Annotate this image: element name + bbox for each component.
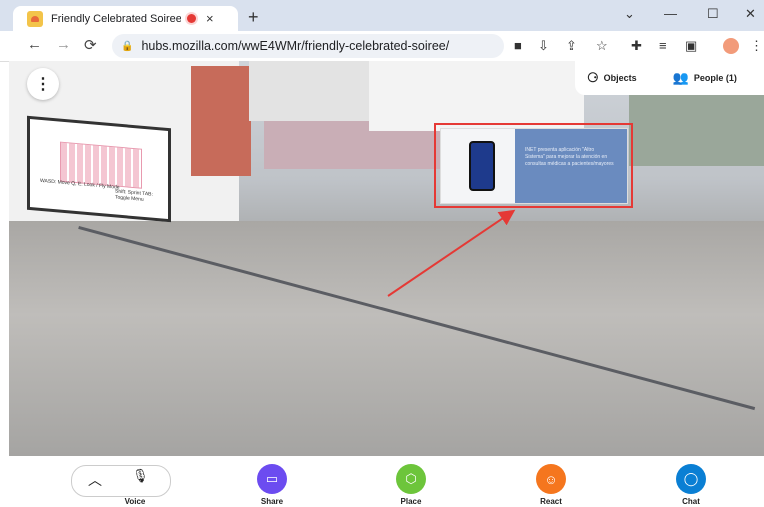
chevron-up-icon[interactable]: ︿ [88, 470, 102, 490]
place-label: Place [400, 497, 422, 506]
chat-button[interactable]: ◯ [676, 464, 706, 494]
chat-bubble-icon: ◯ [683, 471, 699, 486]
react-button[interactable]: ☺ [536, 464, 566, 494]
cube-icon: ⬡ [405, 471, 417, 486]
browser-window: Friendly Celebrated Soiree | × + ⌄ — ☐ ✕… [0, 0, 764, 507]
voice-control[interactable] [71, 465, 171, 497]
share-button[interactable]: ▭ [257, 464, 287, 494]
share-label: Share [260, 497, 284, 506]
react-label: React [540, 497, 562, 506]
annotation-arrow [387, 209, 516, 297]
chat-label: Chat [682, 497, 700, 506]
voice-label: Voice [124, 497, 146, 506]
share-screen-icon: ▭ [265, 471, 279, 486]
microphone-icon[interactable]: 🎙 [132, 468, 149, 484]
place-button[interactable]: ⬡ [396, 464, 426, 494]
smiley-icon: ☺ [544, 471, 558, 487]
